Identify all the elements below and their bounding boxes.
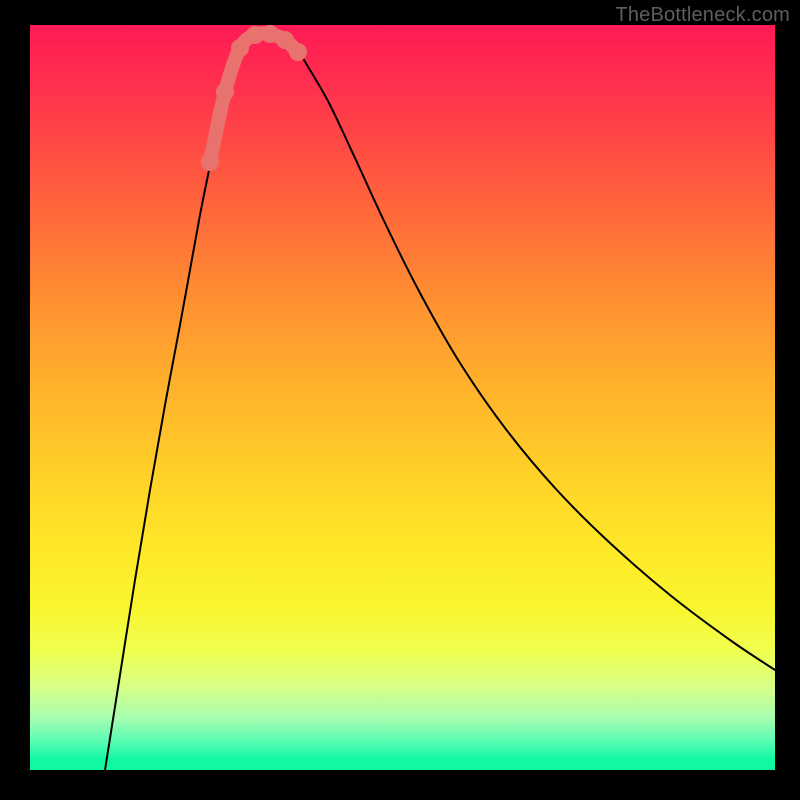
marker-dot bbox=[289, 43, 307, 61]
bottleneck-curve bbox=[105, 33, 775, 770]
marker-dot bbox=[201, 153, 219, 171]
chart-frame: TheBottleneck.com bbox=[0, 0, 800, 800]
marker-dot bbox=[216, 83, 234, 101]
curve-layer bbox=[30, 25, 775, 770]
plot-area bbox=[30, 25, 775, 770]
watermark-text: TheBottleneck.com bbox=[615, 4, 790, 27]
marker-dot bbox=[231, 39, 249, 57]
